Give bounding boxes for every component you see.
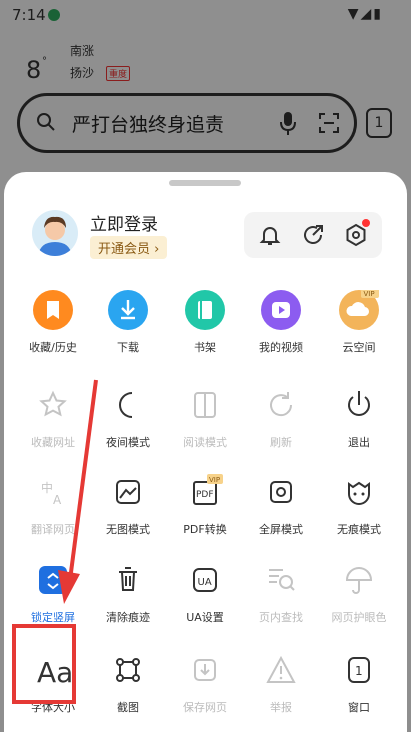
highlight-box-annotation bbox=[12, 624, 76, 704]
red-arrow-annotation bbox=[58, 379, 98, 604]
